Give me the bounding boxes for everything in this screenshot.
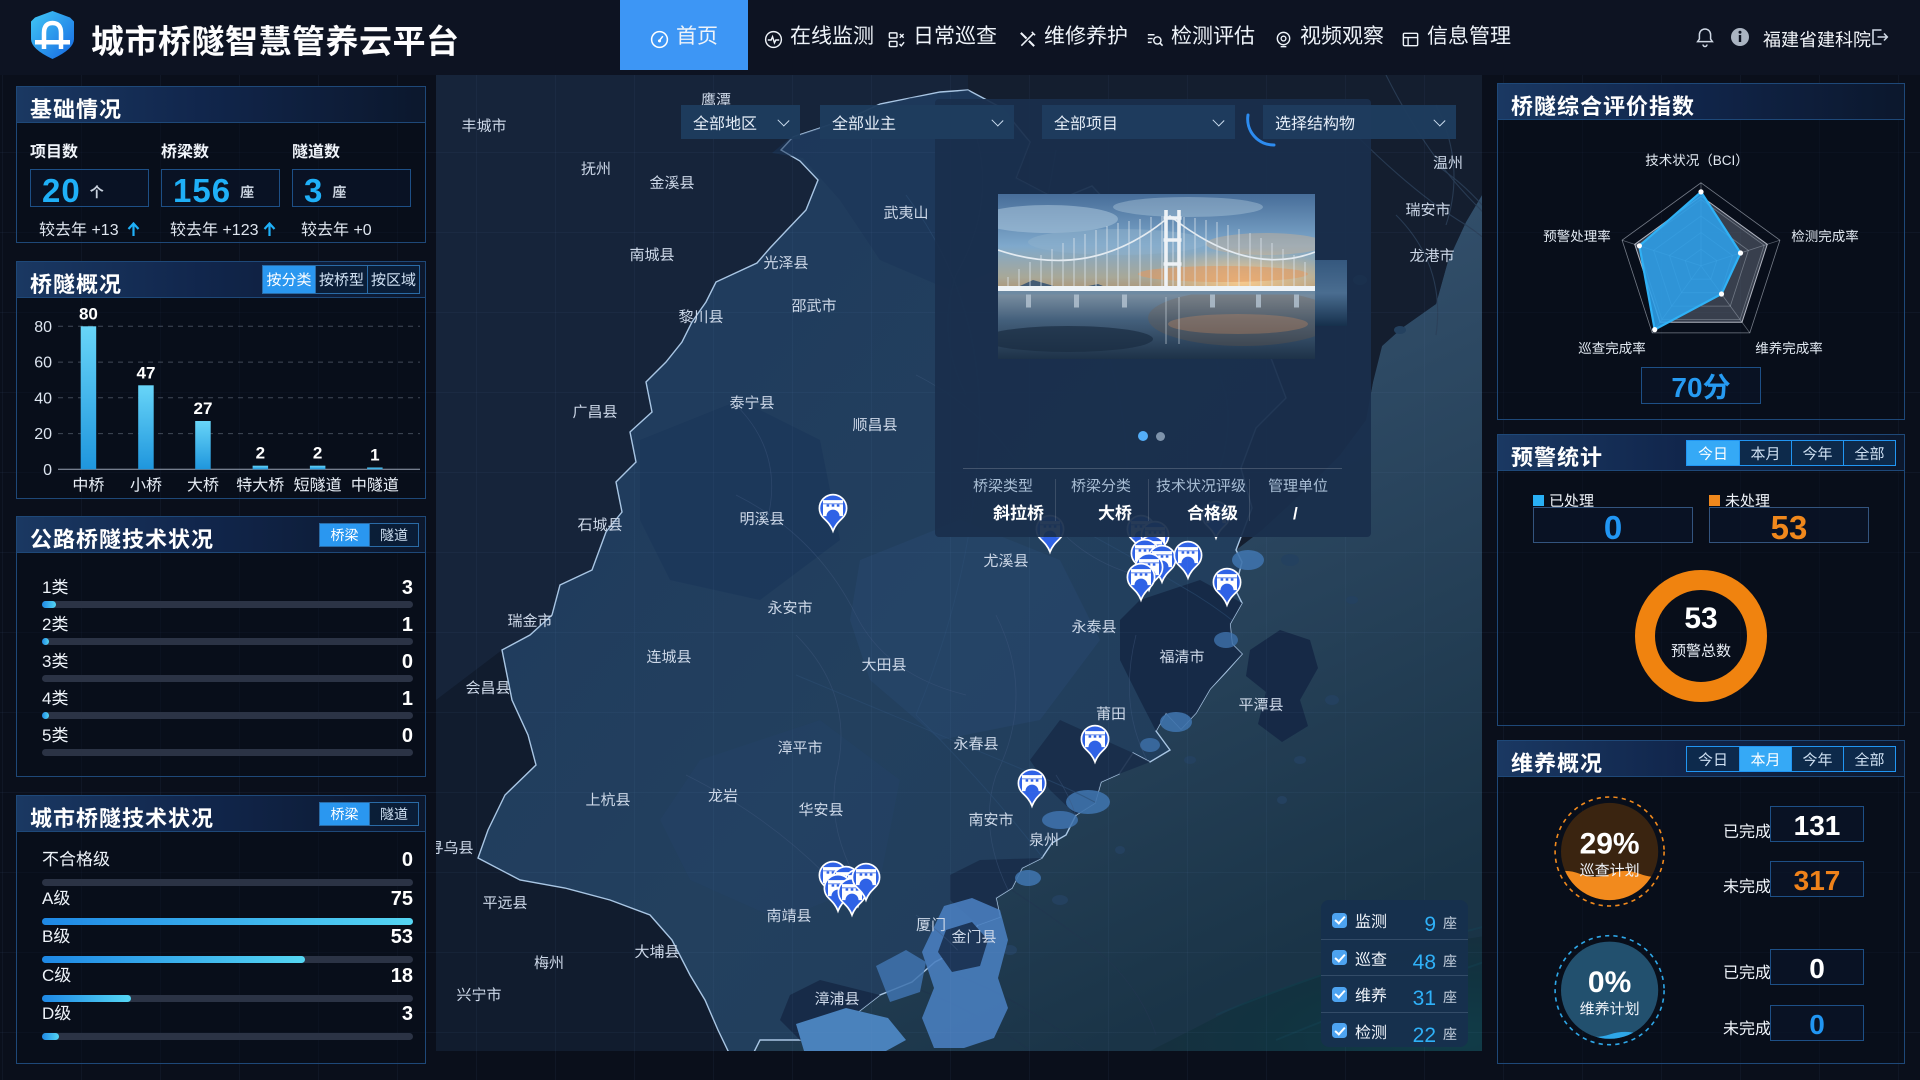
svg-text:漳浦县: 漳浦县	[814, 988, 859, 1009]
svg-text:武夷山: 武夷山	[883, 202, 928, 223]
svg-text:厦门: 厦门	[916, 914, 946, 935]
svg-text:特大桥: 特大桥	[236, 471, 284, 495]
svg-text:中桥: 中桥	[72, 471, 104, 495]
svg-text:寻乌县: 寻乌县	[436, 837, 474, 858]
svg-text:尤溪县: 尤溪县	[983, 550, 1028, 571]
svg-text:巡查完成率: 巡查完成率	[1578, 337, 1646, 357]
svg-text:会昌县: 会昌县	[465, 677, 510, 698]
svg-text:大埔县: 大埔县	[634, 941, 679, 962]
svg-text:60: 60	[34, 349, 52, 373]
svg-text:47: 47	[137, 358, 156, 383]
svg-text:华安县: 华安县	[798, 799, 843, 820]
svg-text:预警总数: 预警总数	[1671, 640, 1731, 661]
svg-text:南安市: 南安市	[968, 809, 1013, 830]
svg-text:大田县: 大田县	[861, 654, 906, 675]
svg-text:永安市: 永安市	[767, 597, 812, 618]
svg-text:2: 2	[313, 439, 322, 464]
svg-text:石城县: 石城县	[577, 514, 622, 535]
svg-text:瑞安市: 瑞安市	[1405, 199, 1450, 220]
svg-text:0%: 0%	[1588, 957, 1631, 1001]
svg-text:温州: 温州	[1433, 152, 1463, 173]
svg-text:中隧道: 中隧道	[351, 471, 399, 495]
svg-text:永泰县: 永泰县	[1071, 616, 1116, 637]
svg-text:29%: 29%	[1580, 819, 1640, 863]
svg-text:南靖县: 南靖县	[766, 905, 811, 926]
svg-text:连城县: 连城县	[646, 646, 691, 667]
svg-text:小桥: 小桥	[130, 471, 162, 495]
svg-text:抚州: 抚州	[581, 158, 611, 179]
svg-text:技术状况（BCI）: 技术状况（BCI）	[1645, 149, 1749, 169]
svg-text:邵武市: 邵武市	[791, 295, 836, 316]
svg-text:1: 1	[370, 441, 379, 466]
svg-text:短隧道: 短隧道	[294, 471, 342, 495]
svg-text:明溪县: 明溪县	[739, 508, 784, 529]
svg-text:预警处理率: 预警处理率	[1543, 225, 1611, 245]
svg-text:漳平市: 漳平市	[777, 737, 822, 758]
svg-text:莆田: 莆田	[1096, 703, 1126, 724]
svg-text:顺昌县: 顺昌县	[852, 414, 897, 435]
svg-text:27: 27	[194, 394, 213, 419]
svg-text:兴宁市: 兴宁市	[456, 984, 501, 1005]
svg-text:80: 80	[34, 313, 52, 337]
svg-text:龙岩: 龙岩	[708, 785, 738, 806]
svg-text:大桥: 大桥	[187, 471, 219, 495]
svg-text:泉州: 泉州	[1029, 829, 1059, 850]
svg-text:53: 53	[1684, 593, 1717, 637]
svg-text:瑞金市: 瑞金市	[507, 610, 552, 631]
svg-text:检测完成率: 检测完成率	[1791, 225, 1859, 245]
svg-text:维养计划: 维养计划	[1580, 998, 1640, 1019]
svg-text:光泽县: 光泽县	[763, 252, 808, 273]
svg-text:泰宁县: 泰宁县	[729, 392, 774, 413]
svg-text:金溪县: 金溪县	[649, 172, 694, 193]
svg-text:80: 80	[79, 299, 98, 324]
svg-text:南城县: 南城县	[629, 244, 674, 265]
svg-text:福清市: 福清市	[1159, 646, 1204, 667]
svg-text:金门县: 金门县	[951, 926, 996, 947]
svg-text:梅州: 梅州	[534, 952, 564, 973]
svg-text:黎川县: 黎川县	[678, 306, 723, 327]
svg-text:广昌县: 广昌县	[572, 401, 617, 422]
svg-text:丰城市: 丰城市	[461, 115, 506, 136]
svg-text:20: 20	[34, 420, 52, 444]
svg-text:维养完成率: 维养完成率	[1755, 337, 1823, 357]
svg-text:平远县: 平远县	[482, 892, 527, 913]
svg-text:0: 0	[43, 456, 52, 480]
svg-text:2: 2	[256, 439, 265, 464]
svg-text:40: 40	[34, 384, 52, 408]
svg-text:上杭县: 上杭县	[585, 789, 630, 810]
svg-text:巡查计划: 巡查计划	[1580, 860, 1640, 881]
svg-text:龙港市: 龙港市	[1409, 245, 1454, 266]
svg-text:永春县: 永春县	[953, 733, 998, 754]
svg-text:平潭县: 平潭县	[1238, 694, 1283, 715]
